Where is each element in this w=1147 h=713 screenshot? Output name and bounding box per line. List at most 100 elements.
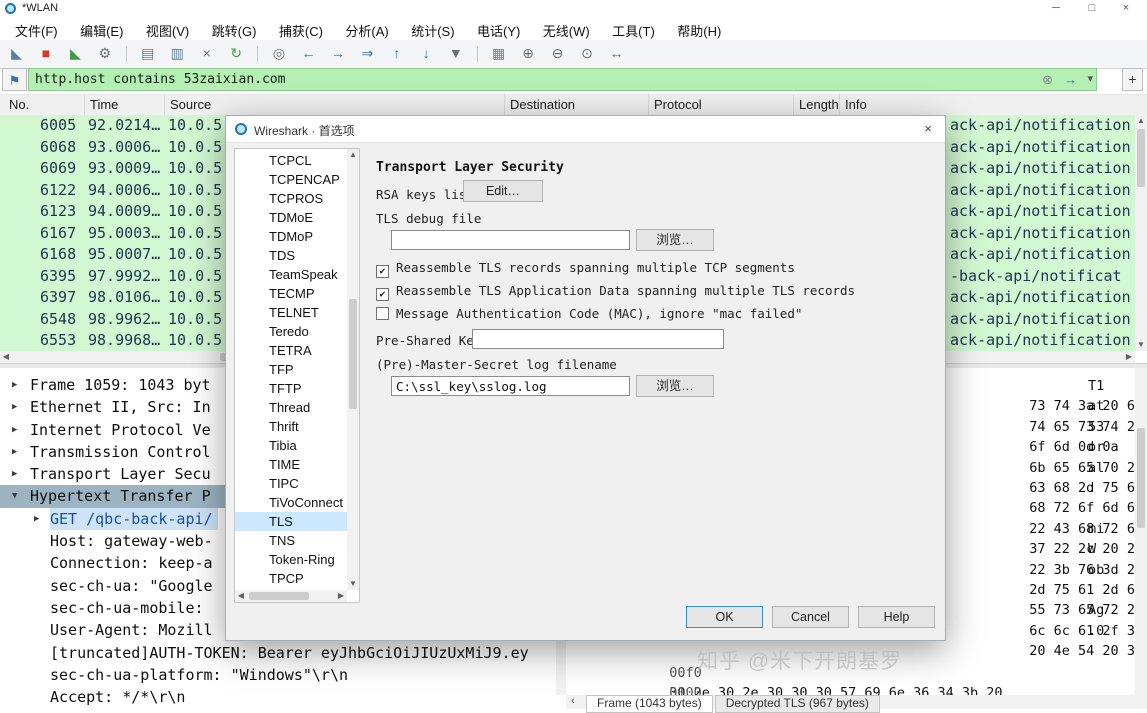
scrollbar-thumb[interactable]: [1137, 129, 1145, 187]
clear-filter-icon[interactable]: ⊗: [1042, 71, 1053, 88]
bookmark-icon[interactable]: ⚑: [2, 68, 27, 91]
scroll-down-icon[interactable]: ▼: [347, 578, 359, 590]
hex-line[interactable]: 55 73 65 72 2d: [948, 580, 1135, 618]
hex-line[interactable]: 00f0 30 2e 30 2e 30 30 30 57 69 6e 36 34…: [588, 642, 1002, 696]
checkbox[interactable]: [376, 307, 389, 320]
checkbox[interactable]: [376, 265, 389, 278]
column-header[interactable]: Destination: [504, 95, 575, 115]
scrollbar-thumb[interactable]: [349, 299, 357, 409]
hex-line[interactable]: 73 74 3a 20 67 T1: [948, 376, 1135, 414]
scroll-right-icon[interactable]: ▶: [1123, 351, 1135, 363]
byte-view-tab[interactable]: Decrypted TLS (967 bytes): [714, 695, 880, 713]
protocol-list-item[interactable]: TELNET: [235, 303, 347, 322]
scroll-left-icon[interactable]: ◀: [235, 590, 247, 602]
scroll-up-icon[interactable]: ▲: [1135, 115, 1147, 127]
protocol-list-item[interactable]: Teredo: [235, 322, 347, 341]
protocol-list-item[interactable]: Thrift: [235, 417, 347, 436]
restart-capture-icon[interactable]: ◣: [63, 41, 88, 65]
toolbar-separator[interactable]: [473, 41, 482, 65]
protocol-list-item[interactable]: TIPC: [235, 474, 347, 493]
protocol-list-item[interactable]: TFTP: [235, 379, 347, 398]
capture-options-icon[interactable]: ⚙: [92, 41, 117, 65]
packet-list-vertical-scrollbar[interactable]: ▲ ▼: [1135, 115, 1147, 351]
display-filter-input[interactable]: [28, 68, 1097, 91]
maximize-button[interactable]: □: [1077, 0, 1107, 18]
hex-line[interactable]: 37 22 2c 20 22 mi: [948, 519, 1135, 557]
hex-line[interactable]: 6b 65 65 70 2d or: [948, 437, 1135, 475]
scroll-left-icon[interactable]: ◀: [0, 351, 12, 363]
save-file-icon[interactable]: ▥: [165, 41, 190, 65]
tls-option-row[interactable]: Reassemble TLS Application Data spanning…: [376, 279, 855, 302]
detail-line[interactable]: [truncated]AUTH-TOKEN: Bearer eyJhbGciOi…: [0, 642, 556, 664]
expand-arrow-icon[interactable]: ▶: [12, 463, 17, 485]
tls-debug-file-input[interactable]: [391, 230, 630, 250]
ok-button[interactable]: OK: [686, 606, 763, 628]
column-header[interactable]: Time: [84, 95, 118, 115]
forward-icon[interactable]: →: [325, 41, 350, 65]
close-button[interactable]: ×: [1111, 0, 1141, 18]
browse-keylog-file-button[interactable]: 浏览…: [636, 375, 714, 397]
tls-option-row[interactable]: Reassemble TLS records spanning multiple…: [376, 256, 855, 279]
toolbar-separator[interactable]: [122, 41, 131, 65]
pre-shared-key-input[interactable]: [472, 329, 724, 349]
expand-arrow-icon[interactable]: ▶: [12, 441, 17, 463]
protocol-list-item[interactable]: TPCP: [235, 569, 347, 588]
hex-line[interactable]: 74 65 73 74 2e at: [948, 396, 1135, 434]
hex-line[interactable]: 22 3b 76 3d 22 W: [948, 539, 1135, 577]
goto-packet-icon[interactable]: ⇒: [355, 41, 380, 65]
resize-columns-icon[interactable]: ↔: [604, 41, 629, 65]
column-header[interactable]: Info: [839, 95, 867, 115]
menu-item[interactable]: 编辑(E): [71, 18, 132, 40]
hex-line[interactable]: 6c 6c 61 2f 35 Ag: [948, 600, 1135, 638]
protocol-list-item[interactable]: Tibia: [235, 436, 347, 455]
first-packet-icon[interactable]: ↑: [384, 41, 409, 65]
zoom-out-icon[interactable]: ⊖: [545, 41, 570, 65]
hex-line[interactable]: 2d 75 61 2d 6d ob: [948, 560, 1135, 598]
menu-item[interactable]: 跳转(G): [203, 18, 266, 40]
toolbar-separator[interactable]: [253, 41, 262, 65]
detail-line[interactable]: Accept: */*\r\n: [0, 686, 556, 708]
protocol-list-item[interactable]: TIME: [235, 455, 347, 474]
protocol-list-item[interactable]: TETRA: [235, 341, 347, 360]
apply-filter-icon[interactable]: →: [1064, 71, 1077, 88]
column-header[interactable]: No.: [4, 95, 29, 115]
protocol-list-item[interactable]: TLS: [235, 512, 347, 531]
scroll-right-icon[interactable]: ▶: [335, 590, 347, 602]
menu-item[interactable]: 工具(T): [603, 18, 664, 40]
dialog-title-bar[interactable]: Wireshark · 首选项 ×: [226, 116, 945, 143]
reload-file-icon[interactable]: ↻: [224, 41, 249, 65]
hex-line[interactable]: 20 4e 54 20 31 .0: [948, 621, 1135, 659]
menu-item[interactable]: 帮助(H): [668, 18, 730, 40]
expand-arrow-icon[interactable]: ▶: [34, 508, 39, 530]
menu-item[interactable]: 无线(W): [534, 18, 599, 40]
scrollbar-thumb[interactable]: [1137, 428, 1145, 528]
menu-item[interactable]: 统计(S): [402, 18, 463, 40]
protocol-list-item[interactable]: TCPENCAP: [235, 170, 347, 189]
protocol-list-item[interactable]: TDS: [235, 246, 347, 265]
dialog-close-button[interactable]: ×: [911, 116, 945, 142]
bytes-vertical-scrollbar[interactable]: [1135, 368, 1147, 695]
cancel-button[interactable]: Cancel: [772, 606, 849, 628]
open-file-icon[interactable]: ▤: [135, 41, 160, 65]
master-secret-log-input[interactable]: [391, 376, 630, 396]
autoscroll-icon[interactable]: ▼: [443, 41, 468, 65]
protocol-list-item[interactable]: TCPCL: [235, 151, 347, 170]
browse-debug-file-button[interactable]: 浏览…: [636, 229, 714, 251]
protocol-list-item[interactable]: TeamSpeak: [235, 265, 347, 284]
protocol-list-item[interactable]: TNS: [235, 531, 347, 550]
menu-item[interactable]: 分析(A): [336, 18, 397, 40]
last-packet-icon[interactable]: ↓: [414, 41, 439, 65]
protocol-list-item[interactable]: TDMoP: [235, 227, 347, 246]
scrollbar-thumb[interactable]: [249, 592, 309, 600]
zoom-reset-icon[interactable]: ⊙: [575, 41, 600, 65]
menu-item[interactable]: 视图(V): [137, 18, 198, 40]
expand-arrow-icon[interactable]: ▶: [12, 374, 17, 396]
expand-arrow-icon[interactable]: ▶: [12, 419, 17, 441]
hex-line[interactable]: 22 43 68 72 6f 6d: [948, 498, 1135, 537]
start-capture-icon[interactable]: ◣: [4, 41, 29, 65]
help-button[interactable]: Help: [858, 606, 935, 628]
protocol-list-item[interactable]: TDMoE: [235, 208, 347, 227]
expand-arrow-icon[interactable]: ▶: [12, 396, 17, 418]
hex-line[interactable]: 68 72 6f 6d 65 :: [948, 478, 1135, 516]
back-icon[interactable]: ←: [296, 41, 321, 65]
